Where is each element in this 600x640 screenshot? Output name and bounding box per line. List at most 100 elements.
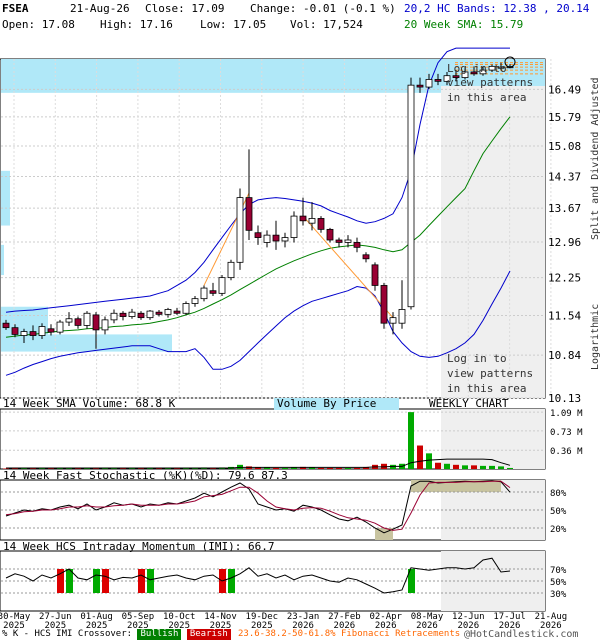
fibonacci-legend: 23.6-38.2-50-61.8% Fibonacci Retracement… xyxy=(238,629,461,639)
imi-crossover-2 xyxy=(93,569,100,593)
candle-body-30 xyxy=(272,234,280,242)
x-label-year-6: 2025 xyxy=(251,621,273,628)
candle-body-10 xyxy=(92,314,100,331)
volume-bar-50 xyxy=(453,464,459,469)
candle-body-23 xyxy=(209,290,217,294)
imi-legend: % K - HCS IMI Crossover: Bullish Bearish xyxy=(2,629,231,640)
candle-body-22 xyxy=(200,287,208,300)
price-tick-7: 11.54 xyxy=(548,309,581,322)
volume-tick-0: 1.09 M xyxy=(550,409,583,419)
price-tick-9: 10.13 xyxy=(548,392,581,405)
candle-body-20 xyxy=(182,303,190,314)
volume-bar-54 xyxy=(489,465,495,469)
stochastic-label: 14 Week Fast Stochastic (%K)(%D): 79.6 8… xyxy=(3,469,288,482)
candle-body-31 xyxy=(281,237,289,242)
candle-body-44 xyxy=(398,309,406,324)
imi-tick-2: 30% xyxy=(550,590,567,600)
imi-tick-0: 70% xyxy=(550,566,567,576)
candle-body-35 xyxy=(317,218,325,230)
stochastic-tick-0: 80% xyxy=(550,489,567,499)
x-label-year-5: 2025 xyxy=(210,621,232,628)
imi-crossover-4 xyxy=(138,569,145,593)
imi-tick-1: 50% xyxy=(550,578,567,588)
candle-body-11 xyxy=(101,319,109,331)
x-label-year-1: 2025 xyxy=(44,621,66,628)
candle-body-5 xyxy=(47,328,55,333)
candle-body-12 xyxy=(110,312,118,321)
x-label-year-10: 2026 xyxy=(416,621,438,628)
candle-body-26 xyxy=(236,197,244,263)
price-tick-0: 16.49 xyxy=(548,83,581,96)
imi-legend-text: % K - HCS IMI Crossover: xyxy=(2,629,133,639)
candle-body-0 xyxy=(2,322,10,329)
volume-tick-2: 0.36 M xyxy=(550,447,583,457)
volume-bar-56 xyxy=(507,467,513,469)
price-panel: 16.49 15.79 15.08 14.37 13.67 12.96 12.25 11.54… xyxy=(0,47,600,405)
login-text-5: view patterns xyxy=(447,367,533,380)
candle-body-17 xyxy=(155,311,163,315)
volume-bar-55 xyxy=(498,466,504,469)
chart-canvas: 16.49 15.79 15.08 14.37 13.67 12.96 12.25 11.54… xyxy=(0,47,600,628)
imi-crossover-3 xyxy=(102,569,109,593)
volume-bar-45 xyxy=(408,412,414,469)
price-tick-1: 15.79 xyxy=(548,111,581,124)
stochastic-tick-2: 20% xyxy=(550,525,567,535)
brand-label: @HotCandlestick.com xyxy=(464,629,579,640)
candle-body-7 xyxy=(65,318,73,323)
volume-tick-1: 0.73 M xyxy=(550,428,583,438)
login-text-6: in this area xyxy=(447,382,526,395)
adjusted-label: Split and Dividend Adjusted xyxy=(590,77,600,240)
candle-body-6 xyxy=(56,321,64,333)
candle-body-47 xyxy=(425,79,433,88)
volume-bar-49 xyxy=(444,463,450,469)
x-axis: 30-May202527-Jun202501-Aug202505-Sep2025… xyxy=(0,612,567,628)
candle-body-40 xyxy=(362,254,370,260)
x-label-year-3: 2025 xyxy=(127,621,149,628)
candle-body-46 xyxy=(416,84,424,88)
stochastic-tick-1: 50% xyxy=(550,507,567,517)
volume-bar-52 xyxy=(471,465,477,469)
price-tick-8: 10.84 xyxy=(548,349,581,362)
imi-crossover-7 xyxy=(228,569,235,593)
volume-bar-47 xyxy=(426,453,432,469)
stochastic-panel: 80% 50% 20% 14 Week Fast Stochastic (%K)(%… xyxy=(0,469,567,541)
vbp-bar-2 xyxy=(1,334,172,352)
candle-body-41 xyxy=(371,264,379,286)
volume-bar-53 xyxy=(480,465,486,469)
candle-body-32 xyxy=(290,215,298,238)
candle-body-45 xyxy=(407,84,415,308)
volume-bar-51 xyxy=(462,465,468,469)
x-label-year-9: 2026 xyxy=(375,621,397,628)
candle-body-37 xyxy=(335,239,343,243)
candle-body-9 xyxy=(83,312,91,326)
candle-body-4 xyxy=(38,326,46,336)
x-label-year-8: 2026 xyxy=(334,621,356,628)
candle-body-2 xyxy=(20,331,28,336)
candle-body-42 xyxy=(380,285,388,324)
login-text-2: view patterns xyxy=(447,76,533,89)
candle-body-39 xyxy=(353,242,361,248)
login-text-1: Log in to xyxy=(447,62,507,75)
volume-bar-36 xyxy=(327,467,333,469)
volume-bar-37 xyxy=(336,467,342,469)
bullish-chip: Bullish xyxy=(137,629,182,640)
candle-body-21 xyxy=(191,298,199,304)
price-tick-5: 12.96 xyxy=(548,236,581,249)
candle-body-34 xyxy=(308,218,316,224)
x-label-year-13: 2026 xyxy=(540,621,562,628)
candle-body-25 xyxy=(227,261,235,279)
price-tick-3: 14.37 xyxy=(548,171,581,184)
candle-body-28 xyxy=(254,232,262,238)
volume-bar-46 xyxy=(417,445,423,469)
volume-panel: 1.09 M 0.73 M 0.36 M 14 Week SMA Volume: 6… xyxy=(0,397,583,470)
candle-body-38 xyxy=(344,239,352,243)
vbp-bar-4 xyxy=(1,244,4,276)
volume-sma-label: 14 Week SMA Volume: 68.8 K xyxy=(3,397,176,410)
candle-body-16 xyxy=(146,310,154,319)
x-label-year-2: 2025 xyxy=(86,621,108,628)
candle-body-33 xyxy=(299,215,307,222)
candle-body-36 xyxy=(326,228,334,241)
price-axis: 16.49 15.79 15.08 14.37 13.67 12.96 12.25 11.54… xyxy=(548,83,581,405)
candle-body-27 xyxy=(245,197,253,231)
imi-panel: 70% 50% 30% 14 Week HCS Intraday Momentum … xyxy=(0,540,567,612)
